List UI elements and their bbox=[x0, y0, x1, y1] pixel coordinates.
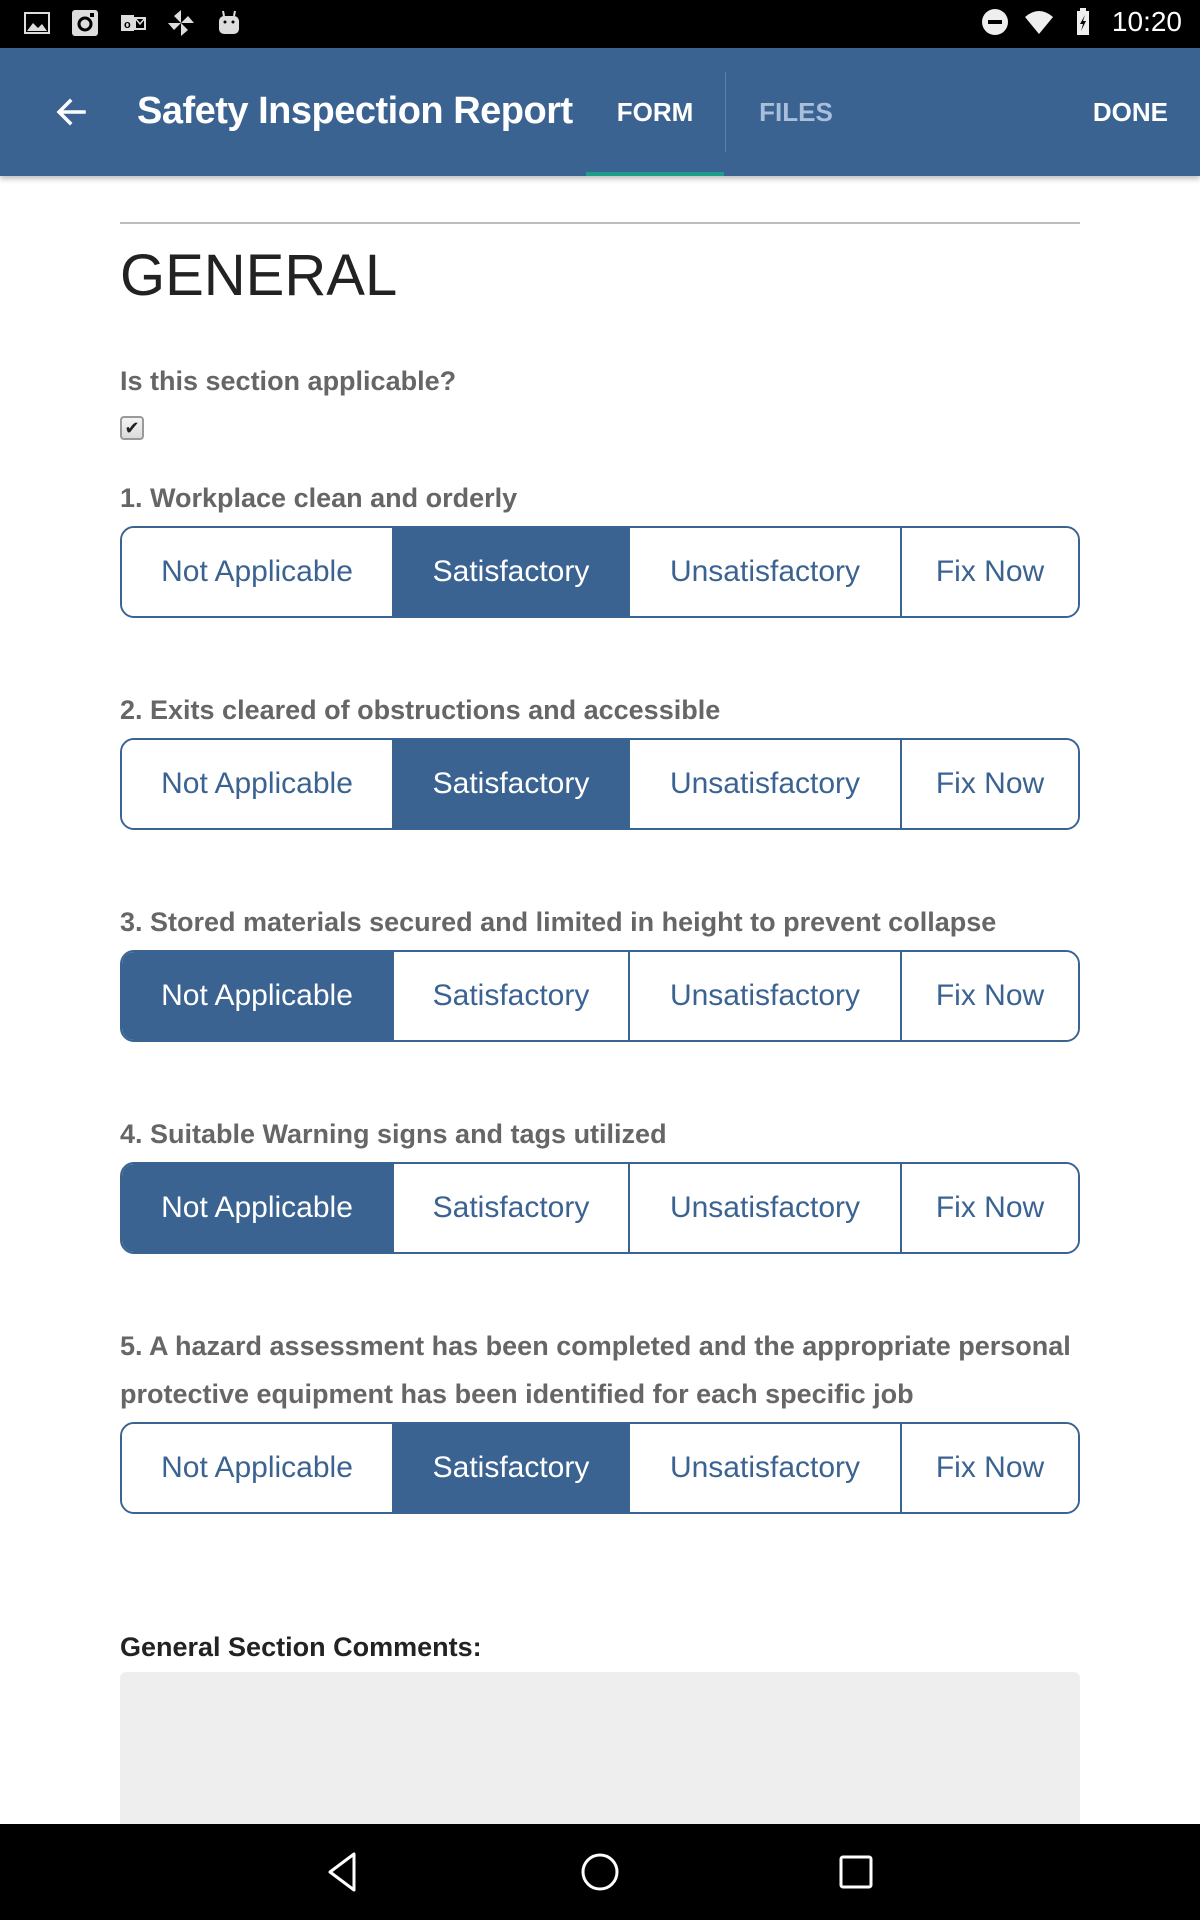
divider bbox=[120, 222, 1080, 224]
option-not-applicable[interactable]: Not Applicable bbox=[122, 1164, 394, 1252]
option-unsatisfactory[interactable]: Unsatisfactory bbox=[630, 952, 902, 1040]
question-label: 5. A hazard assessment has been complete… bbox=[120, 1331, 1071, 1409]
question-label: 4. Suitable Warning signs and tags utili… bbox=[120, 1119, 667, 1149]
option-not-applicable[interactable]: Not Applicable bbox=[122, 1424, 394, 1512]
option-unsatisfactory[interactable]: Unsatisfactory bbox=[630, 740, 902, 828]
option-fix-now[interactable]: Fix Now bbox=[902, 952, 1078, 1040]
option-unsatisfactory[interactable]: Unsatisfactory bbox=[630, 528, 902, 616]
home-icon[interactable] bbox=[576, 1848, 624, 1896]
back-icon[interactable] bbox=[320, 1848, 368, 1896]
app-bar: Safety Inspection Report FORM FILES DONE bbox=[0, 48, 1200, 176]
comments-input[interactable] bbox=[120, 1672, 1080, 1832]
instagram-icon bbox=[72, 10, 98, 36]
tab-files[interactable]: FILES bbox=[726, 48, 866, 176]
option-fix-now[interactable]: Fix Now bbox=[902, 740, 1078, 828]
rating-selector: Not Applicable Satisfactory Unsatisfacto… bbox=[120, 1422, 1080, 1514]
svg-text:o: o bbox=[124, 19, 131, 31]
wifi-icon bbox=[1024, 11, 1053, 34]
page-title: Safety Inspection Report bbox=[137, 90, 573, 132]
question-3: 3. Stored materials secured and limited … bbox=[120, 898, 1080, 1042]
question-label: 3. Stored materials secured and limited … bbox=[120, 907, 997, 937]
applicable-checkbox[interactable]: ✔ bbox=[120, 416, 144, 440]
rating-selector: Not Applicable Satisfactory Unsatisfacto… bbox=[120, 1162, 1080, 1254]
rating-selector: Not Applicable Satisfactory Unsatisfacto… bbox=[120, 738, 1080, 830]
back-arrow-icon[interactable] bbox=[50, 90, 94, 134]
applicable-label: Is this section applicable? bbox=[120, 366, 457, 396]
gallery-icon bbox=[24, 12, 50, 34]
question-label: 2. Exits cleared of obstructions and acc… bbox=[120, 695, 721, 725]
option-fix-now[interactable]: Fix Now bbox=[902, 528, 1078, 616]
status-bar: o 10:20 bbox=[0, 0, 1200, 48]
battery-charging-icon bbox=[1076, 8, 1089, 35]
outlook-icon: o bbox=[121, 15, 146, 31]
option-satisfactory[interactable]: Satisfactory bbox=[394, 1424, 630, 1512]
option-not-applicable[interactable]: Not Applicable bbox=[122, 528, 394, 616]
navigation-bar bbox=[0, 1824, 1200, 1920]
option-unsatisfactory[interactable]: Unsatisfactory bbox=[630, 1424, 902, 1512]
option-satisfactory[interactable]: Satisfactory bbox=[394, 528, 630, 616]
do-not-disturb-icon bbox=[981, 9, 1008, 35]
option-not-applicable[interactable]: Not Applicable bbox=[122, 740, 394, 828]
option-fix-now[interactable]: Fix Now bbox=[902, 1164, 1078, 1252]
rating-selector: Not Applicable Satisfactory Unsatisfacto… bbox=[120, 950, 1080, 1042]
question-5: 5. A hazard assessment has been complete… bbox=[120, 1322, 1080, 1514]
checkmark-icon: ✔ bbox=[124, 417, 140, 438]
android-icon bbox=[219, 10, 239, 34]
option-unsatisfactory[interactable]: Unsatisfactory bbox=[630, 1164, 902, 1252]
section-title: GENERAL bbox=[120, 243, 398, 308]
pinwheel-icon bbox=[168, 10, 194, 36]
option-not-applicable[interactable]: Not Applicable bbox=[122, 952, 394, 1040]
question-4: 4. Suitable Warning signs and tags utili… bbox=[120, 1110, 1080, 1254]
question-label: 1. Workplace clean and orderly bbox=[120, 483, 518, 513]
rating-selector: Not Applicable Satisfactory Unsatisfacto… bbox=[120, 526, 1080, 618]
recents-icon[interactable] bbox=[832, 1848, 880, 1896]
question-1: 1. Workplace clean and orderly Not Appli… bbox=[120, 474, 1080, 618]
option-fix-now[interactable]: Fix Now bbox=[902, 1424, 1078, 1512]
done-button[interactable]: DONE bbox=[1093, 48, 1168, 176]
option-satisfactory[interactable]: Satisfactory bbox=[394, 952, 630, 1040]
clock: 10:20 bbox=[1111, 6, 1182, 37]
tab-form[interactable]: FORM bbox=[586, 48, 724, 176]
option-satisfactory[interactable]: Satisfactory bbox=[394, 1164, 630, 1252]
option-satisfactory[interactable]: Satisfactory bbox=[394, 740, 630, 828]
comments-label: General Section Comments: bbox=[120, 1632, 482, 1662]
question-2: 2. Exits cleared of obstructions and acc… bbox=[120, 686, 1080, 830]
